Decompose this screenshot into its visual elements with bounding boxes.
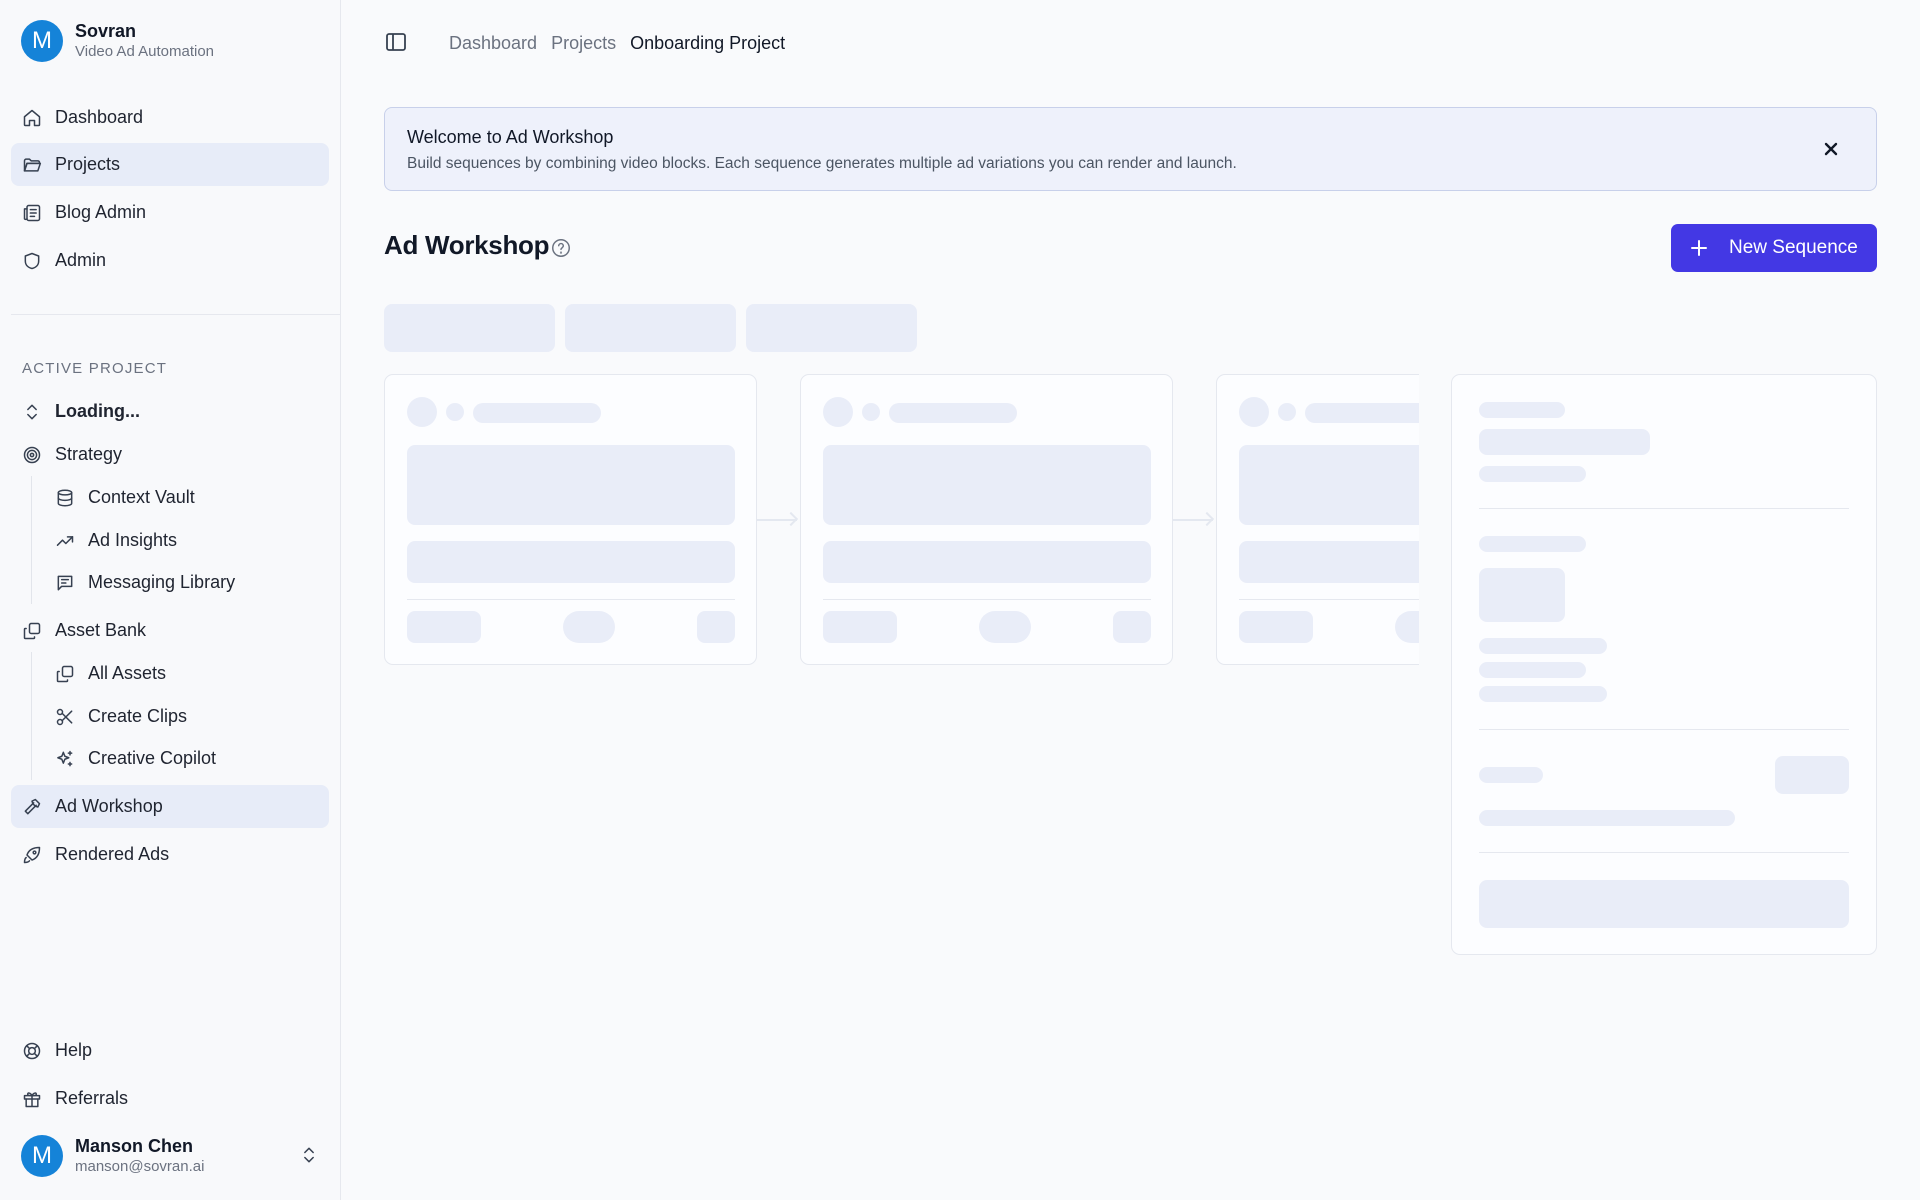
trending-up-icon xyxy=(54,530,76,552)
submenu-line xyxy=(31,652,32,780)
new-sequence-label: New Sequence xyxy=(1729,237,1858,258)
sidebar-item-label: Asset Bank xyxy=(55,620,147,640)
home-icon xyxy=(21,107,43,129)
sidebar-item-label: Ad Insights xyxy=(88,530,178,550)
sidebar-item-label: Context Vault xyxy=(88,487,195,507)
sidebar-item-label: Creative Copilot xyxy=(88,748,217,768)
block-card-skeleton xyxy=(1216,374,1419,665)
brand-name: Sovran xyxy=(75,21,137,41)
scissors-icon xyxy=(54,706,76,728)
sidebar-item-asset-bank[interactable]: Asset Bank xyxy=(11,609,329,652)
sidebar-item-label: Blog Admin xyxy=(55,202,147,222)
rocket-icon xyxy=(21,844,43,866)
chevrons-up-down-icon xyxy=(21,401,43,423)
folder-icon xyxy=(21,154,43,176)
avatar: M xyxy=(21,1135,63,1177)
panel-left-icon[interactable] xyxy=(384,30,410,56)
block-card-skeleton xyxy=(800,374,1173,665)
block-card-clip xyxy=(1216,370,1419,670)
sidebar-item-messaging-library[interactable]: Messaging Library xyxy=(44,561,329,604)
banner-title: Welcome to Ad Workshop xyxy=(407,127,614,147)
sidebar: M Sovran Video Ad Automation Dashboard P… xyxy=(0,0,341,1200)
brand-subtitle: Video Ad Automation xyxy=(75,43,214,60)
tab-skeleton xyxy=(384,304,555,352)
sidebar-item-blog-admin[interactable]: Blog Admin xyxy=(11,191,329,234)
sidebar-item-admin[interactable]: Admin xyxy=(11,239,329,282)
sidebar-item-label: Help xyxy=(55,1040,93,1060)
sidebar-item-context-vault[interactable]: Context Vault xyxy=(44,476,329,519)
sidebar-divider xyxy=(11,314,341,315)
sidebar-item-help[interactable]: Help xyxy=(11,1029,329,1072)
plus-icon xyxy=(1689,238,1709,258)
newspaper-icon xyxy=(21,202,43,224)
hammer-icon xyxy=(21,796,43,818)
breadcrumb-current: Onboarding Project xyxy=(630,33,786,53)
banner-text: Build sequences by combining video block… xyxy=(407,155,1237,172)
chevrons-up-down-icon[interactable] xyxy=(299,1145,321,1167)
sidebar-item-ad-insights[interactable]: Ad Insights xyxy=(44,519,329,562)
sidebar-item-all-assets[interactable]: All Assets xyxy=(44,652,329,695)
page-title: Ad Workshop xyxy=(384,230,550,260)
welcome-banner: Welcome to Ad Workshop Build sequences b… xyxy=(384,107,1877,191)
sidebar-item-label: Dashboard xyxy=(55,107,144,127)
arrow-icon xyxy=(1199,511,1215,527)
sidebar-item-label: Create Clips xyxy=(88,706,188,726)
gift-icon xyxy=(21,1088,43,1110)
target-icon xyxy=(21,444,43,466)
database-icon xyxy=(54,487,76,509)
sparkles-icon xyxy=(54,748,76,770)
sidebar-item-ad-workshop[interactable]: Ad Workshop xyxy=(11,785,329,828)
details-panel-skeleton xyxy=(1451,374,1877,955)
sidebar-item-label: Admin xyxy=(55,250,107,270)
sidebar-item-label: Messaging Library xyxy=(88,572,236,592)
project-selector[interactable]: Loading... xyxy=(11,390,329,433)
new-sequence-button[interactable]: New Sequence xyxy=(1671,224,1877,272)
sidebar-item-projects[interactable]: Projects xyxy=(11,143,329,186)
sidebar-item-label: Projects xyxy=(55,154,121,174)
sidebar-item-strategy[interactable]: Strategy xyxy=(11,433,329,476)
copy-icon xyxy=(21,620,43,642)
sidebar-item-label: Rendered Ads xyxy=(55,844,170,864)
help-circle-icon[interactable] xyxy=(550,237,572,259)
arrow-icon xyxy=(783,511,799,527)
tab-skeleton xyxy=(565,304,736,352)
breadcrumb-projects[interactable]: Projects xyxy=(551,31,616,55)
copy-icon xyxy=(54,663,76,685)
sidebar-item-referrals[interactable]: Referrals xyxy=(11,1077,329,1120)
sidebar-item-label: Referrals xyxy=(55,1088,129,1108)
sidebar-item-create-clips[interactable]: Create Clips xyxy=(44,695,329,738)
sidebar-item-label: Strategy xyxy=(55,444,123,464)
sidebar-item-dashboard[interactable]: Dashboard xyxy=(11,96,329,139)
user-menu[interactable]: M Manson Chen manson@sovran.ai xyxy=(21,1135,321,1177)
block-card-skeleton xyxy=(384,374,757,665)
user-name: Manson Chen xyxy=(75,1136,194,1156)
close-icon[interactable] xyxy=(1820,138,1842,160)
message-square-icon xyxy=(54,572,76,594)
tab-skeleton xyxy=(746,304,917,352)
user-email: manson@sovran.ai xyxy=(75,1158,205,1175)
shield-icon xyxy=(21,250,43,272)
life-buoy-icon xyxy=(21,1040,43,1062)
section-label: ACTIVE PROJECT xyxy=(22,360,168,377)
submenu-line xyxy=(31,476,32,604)
brand[interactable]: M Sovran Video Ad Automation xyxy=(21,20,214,62)
sidebar-item-creative-copilot[interactable]: Creative Copilot xyxy=(44,737,329,780)
breadcrumb: Dashboard Projects Onboarding Project xyxy=(449,31,799,55)
sidebar-item-rendered-ads[interactable]: Rendered Ads xyxy=(11,833,329,876)
project-selector-label: Loading... xyxy=(55,401,140,421)
breadcrumb-dashboard[interactable]: Dashboard xyxy=(449,31,537,55)
brand-avatar: M xyxy=(21,20,63,62)
sidebar-item-label: All Assets xyxy=(88,663,167,683)
sidebar-item-label: Ad Workshop xyxy=(55,796,163,816)
